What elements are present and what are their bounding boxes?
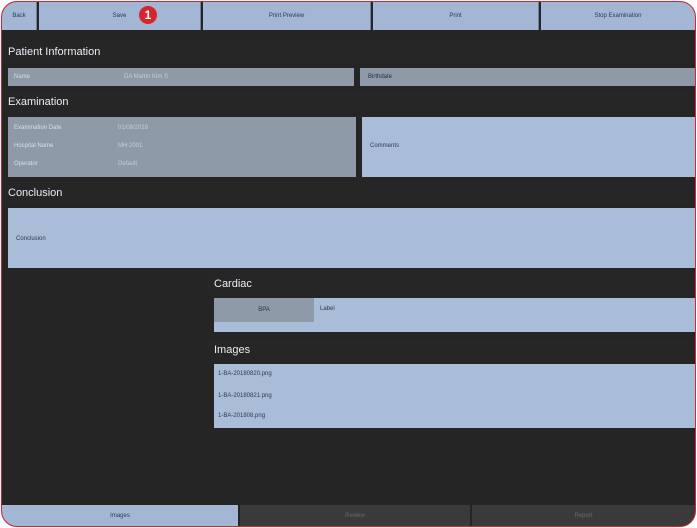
- tab-report[interactable]: Report: [472, 505, 695, 526]
- conclusion-header: Conclusion: [2, 182, 695, 204]
- comments-label: Comments: [370, 143, 400, 149]
- tab-review[interactable]: Review: [240, 505, 470, 526]
- save-button[interactable]: Save: [39, 2, 201, 30]
- examination-header: Examination: [2, 92, 695, 112]
- cardiac-header: Cardiac: [208, 274, 695, 294]
- image-file-name: 1-BA-20180821.png: [218, 393, 272, 399]
- device-frame: Back Save Print Preview Print Stop Exami…: [1, 1, 696, 527]
- patient-name-label: Name: [14, 74, 31, 80]
- examination-details: Examination Date 01/08/2018 Hospital Nam…: [8, 117, 356, 177]
- exam-date-value: 01/08/2018: [118, 125, 149, 131]
- hospital-name-label: Hospital Name: [14, 143, 54, 149]
- comments-field[interactable]: Comments: [362, 117, 695, 177]
- hospital-name-value: MH 2001: [118, 143, 143, 149]
- images-header: Images: [208, 340, 695, 360]
- stop-examination-button[interactable]: Stop Examination: [541, 2, 695, 30]
- patient-information-header: Patient Information: [2, 42, 695, 62]
- exam-row-date[interactable]: Examination Date 01/08/2018: [8, 121, 356, 135]
- operator-label: Operator: [14, 161, 38, 167]
- exam-row-hospital[interactable]: Hospital Name MH 2001: [8, 139, 356, 153]
- operator-value: Default: [118, 161, 138, 167]
- image-file-item[interactable]: 1-BA-201808.png: [214, 408, 695, 424]
- image-file-name: 1-BA-201808.png: [218, 413, 266, 419]
- callout-badge: 1: [139, 6, 157, 24]
- exam-row-operator[interactable]: Operator Default: [8, 157, 356, 171]
- back-button[interactable]: Back: [2, 2, 37, 30]
- image-file-item[interactable]: 1-BA-20180820.png: [214, 366, 695, 382]
- cardiac-tab-bpa[interactable]: BPA: [214, 298, 314, 322]
- image-file-item[interactable]: 1-BA-20180821.png: [214, 388, 695, 404]
- images-list: 1-BA-20180820.png 1-BA-20180821.png 1-BA…: [214, 364, 695, 428]
- tab-images[interactable]: Images: [2, 505, 238, 526]
- exam-date-label: Examination Date: [14, 125, 62, 131]
- cardiac-value: Label: [320, 306, 335, 312]
- image-file-name: 1-BA-20180820.png: [218, 371, 272, 377]
- print-preview-button[interactable]: Print Preview: [203, 2, 371, 30]
- conclusion-field-label: Conclusion: [16, 236, 46, 242]
- patient-name-row[interactable]: Name DA Martin Kim S: [8, 68, 354, 86]
- birthdate-row[interactable]: Birthdate: [360, 68, 695, 86]
- conclusion-field[interactable]: Conclusion: [8, 208, 695, 268]
- cardiac-panel: BPA Label: [214, 298, 695, 332]
- cardiac-tab-label: BPA: [258, 307, 270, 313]
- print-button[interactable]: Print: [373, 2, 539, 30]
- birthdate-label: Birthdate: [368, 74, 393, 80]
- patient-name-value: DA Martin Kim S: [124, 74, 169, 80]
